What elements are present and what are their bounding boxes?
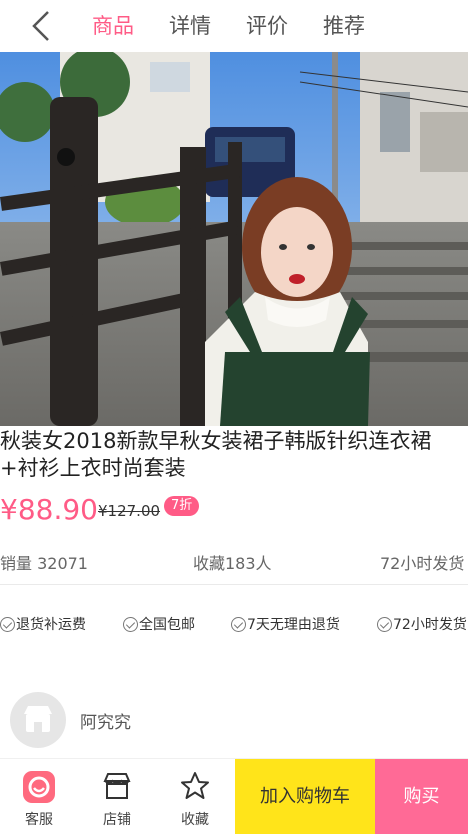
favorite-count: 收藏183人	[193, 554, 272, 573]
favorite-button[interactable]: 收藏	[156, 759, 234, 834]
current-price: ¥88.90	[0, 493, 98, 526]
top-navigation: 商品 详情 评价 推荐	[0, 0, 468, 52]
product-image[interactable]	[0, 52, 468, 426]
tab-bar: 商品 详情 评价 推荐	[92, 0, 400, 52]
add-to-cart-button[interactable]: 加入购物车	[235, 759, 375, 834]
store-button[interactable]: 店铺	[78, 759, 156, 834]
star-icon	[180, 771, 210, 805]
customer-service-button[interactable]: 客服	[0, 759, 78, 834]
tab-details[interactable]: 详情	[169, 0, 211, 52]
discount-badge: 7折	[164, 496, 200, 516]
favorite-label: 收藏	[181, 812, 209, 828]
service-label: 7天无理由退货	[247, 617, 340, 633]
back-button[interactable]	[28, 10, 56, 42]
service-item: 全国包邮	[123, 612, 195, 636]
store-icon	[102, 771, 132, 805]
original-price: ¥127.00	[98, 502, 161, 520]
tab-recommend[interactable]: 推荐	[323, 0, 365, 52]
shop-name[interactable]: 阿究究	[80, 708, 131, 733]
shop-avatar[interactable]	[10, 692, 66, 748]
service-label: 退货补运费	[16, 617, 86, 633]
check-circle-icon	[377, 616, 392, 632]
service-guarantees: 退货补运费 全国包邮 7天无理由退货 72小时发货	[0, 612, 468, 636]
tab-reviews[interactable]: 评价	[246, 0, 288, 52]
service-label: 72小时发货	[393, 617, 467, 633]
chevron-left-icon	[32, 11, 49, 41]
check-circle-icon	[123, 616, 138, 632]
customer-service-label: 客服	[25, 812, 53, 828]
shipping-time: 72小时发货	[380, 554, 465, 573]
service-item: 退货补运费	[0, 612, 86, 636]
product-title: 秋装女2018新款早秋女装裙子韩版针织连衣裙+衬衫上衣时尚套装	[0, 429, 432, 480]
store-label: 店铺	[103, 812, 131, 828]
product-photo	[0, 52, 468, 426]
sales-count: 销量 32071	[0, 554, 88, 573]
service-item: 7天无理由退货	[231, 612, 340, 636]
price-row: ¥88.90 ¥127.00	[0, 492, 468, 528]
divider	[0, 584, 468, 585]
store-icon	[24, 706, 52, 732]
bottom-action-bar: 客服 店铺 收藏 加入购物车 购买	[0, 758, 468, 834]
check-circle-icon	[0, 616, 15, 632]
customer-service-icon	[23, 771, 55, 807]
buy-button[interactable]: 购买	[375, 759, 468, 834]
service-item: 72小时发货	[377, 612, 467, 636]
shop-info[interactable]: 阿究究	[0, 688, 468, 750]
service-label: 全国包邮	[139, 617, 195, 633]
product-stats: 销量 32071 收藏183人 72小时发货	[0, 550, 468, 578]
tab-product[interactable]: 商品	[92, 0, 134, 52]
check-circle-icon	[231, 616, 246, 632]
